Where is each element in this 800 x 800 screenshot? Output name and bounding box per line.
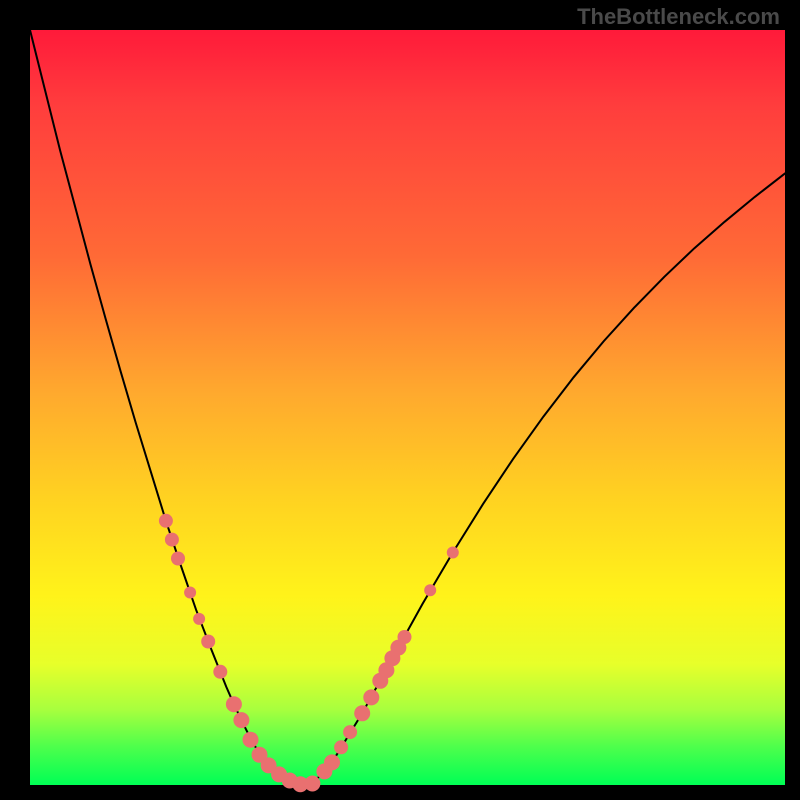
watermark-text: TheBottleneck.com [577,4,780,30]
chart-frame: TheBottleneck.com [0,0,800,800]
plot-gradient-background [30,30,785,785]
